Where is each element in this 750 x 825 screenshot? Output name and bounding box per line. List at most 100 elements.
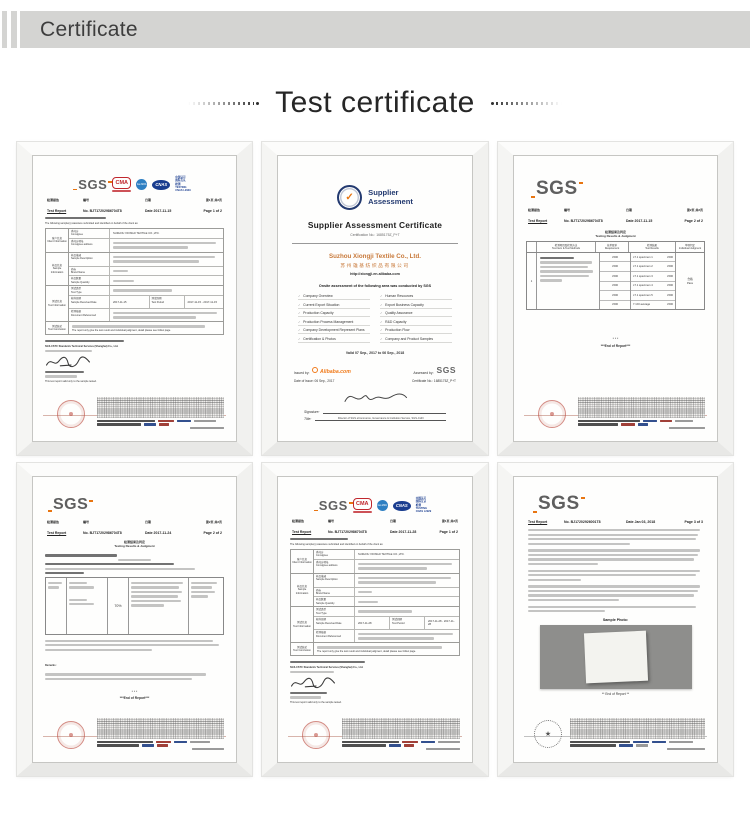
body-paragraphs xyxy=(526,529,705,612)
title-line: Title:Director of SGS eCommerce, Governa… xyxy=(304,417,446,422)
certificate-frame: SGS CMA ilac-MRA CNAS 中国认可国际互认 检测TESTING… xyxy=(17,142,252,455)
cnas-accreditation-text: 中国认可国际互认 检测TESTING CNAS L2929 xyxy=(175,177,190,193)
validity-period: Valid 07 Sep., 2017 to 06 Sep., 2018 xyxy=(290,351,460,355)
laboratory-block: SGS-CSTC Standards Technical Services (S… xyxy=(290,661,460,673)
logo-row: SGS xyxy=(538,493,705,515)
certificate-paper: SGS Test ReportNo. BJ17202926001T8 Date … xyxy=(513,476,718,763)
red-round-stamp xyxy=(57,721,85,749)
fine-print-block xyxy=(342,718,460,750)
report-info-table: 客户信息Client Information 委托方Consignee SUZH… xyxy=(45,228,224,335)
certificate-test-report-p3: SGS Test ReportNo. BJ17202926001T8 Date … xyxy=(498,463,733,776)
dot-right xyxy=(491,102,494,105)
report-header-en: Test ReportNo. BJT17202986704T8 Date 201… xyxy=(45,531,224,536)
certificate-paper: SGS CMA ilac-MRA CNAS 中国认可国际互认 检测TESTING… xyxy=(32,155,237,442)
issued-assessed-row: Issued by:Alibaba.com Assessed by:SGS xyxy=(294,365,456,375)
certificate-supplier-assessment: ✓ SupplierAssessment Supplier Assessment… xyxy=(262,142,488,455)
report-header-en: Test ReportNo. BJT17202986704T8 Date 201… xyxy=(45,209,224,214)
assessment-checklist: ✓Company Overview ✓Human Resources ✓Curr… xyxy=(298,294,452,343)
stamp-row xyxy=(524,397,707,433)
gray-round-stamp: ★ xyxy=(534,720,562,748)
company-name-en: Suzhou Xiongji Textile Co., Ltd. xyxy=(290,253,460,260)
certificate-test-report-antimold: SGS 检测报告编号 日期第2页 共2页 Test ReportNo. BJT1… xyxy=(17,463,252,776)
end-of-report: * * * ***End of Report*** xyxy=(526,336,705,349)
header-accent-bar-1 xyxy=(2,11,7,48)
certificate-frame: SGS 检测报告编号 日期第2页 共2页 Test ReportNo. BJT1… xyxy=(17,463,252,776)
intro-text: The following sample(s) was/were submitt… xyxy=(290,538,460,546)
cnas-logo: CNAS xyxy=(393,501,411,512)
sgs-logo: SGS xyxy=(53,496,88,514)
red-round-stamp xyxy=(538,400,566,428)
report-header-cn: 检测报告编号 日期第2页 共2页 xyxy=(45,521,224,525)
logo-row: SGS xyxy=(53,496,224,514)
seventy-percent-value: 70% xyxy=(108,578,129,634)
report-header-en: Test ReportNo. BJT17202986704T8 Date 201… xyxy=(526,219,705,224)
divider xyxy=(292,243,458,244)
signature-scribble xyxy=(290,386,460,406)
company-url: http://xiongji.en.alibaba.com xyxy=(290,272,460,276)
report-header-cn: 检测报告编号 日期第2页 共2页 xyxy=(526,209,705,213)
result-mini-table: 70% xyxy=(45,577,224,635)
logo-row: SGS xyxy=(536,178,705,200)
badge-check-icon: ✓ xyxy=(337,185,362,210)
signer-name-lines: This test report valid only to the sampl… xyxy=(45,371,224,383)
end-of-report: * * * ***End of Report*** xyxy=(45,689,224,702)
results-table-title: 检测结果及判定 Testing Results & Judgment xyxy=(526,231,705,239)
sample-photo xyxy=(540,625,692,689)
sgs-assessor-logo: SGS xyxy=(437,365,456,375)
sample-photo-label: Sample Photo: xyxy=(526,618,705,622)
sgs-logo: SGS xyxy=(538,493,580,515)
cma-logo: CMA xyxy=(112,177,131,192)
star-icon: ★ xyxy=(545,730,551,738)
signature-scribble xyxy=(45,355,91,369)
report-header-cn: 检测报告编号 日期第1页 共2页 xyxy=(290,520,460,524)
report-header-cn: 检测报告编号 日期第1页 共2页 xyxy=(45,199,224,203)
certificate-paper: SGS CMA ilac-MRA CNAS 中国认可国际互认 检测TESTING… xyxy=(277,476,473,763)
report-header-en: Test ReportNo. BJ17202926001T8 Date Jan … xyxy=(526,520,705,525)
badge-text: SupplierAssessment xyxy=(368,189,413,206)
red-round-stamp xyxy=(302,721,330,749)
certificate-test-report-p2: SGS 检测报告编号 日期第2页 共2页 Test ReportNo. BJT1… xyxy=(498,142,733,455)
certificate-test-report-p1: SGS CMA ilac-MRA CNAS 中国认可国际互认 检测TESTING… xyxy=(17,142,252,455)
logo-row: SGS CMA ilac-MRA CNAS 中国认可国际互认 检测TESTING… xyxy=(290,498,460,514)
section-title-row: Test certificate xyxy=(0,86,750,120)
report-info-table: 客户信息Client Information 委托方Consignee SUZH… xyxy=(290,549,460,656)
certificate-test-report-p1-b: SGS CMA ilac-MRA CNAS 中国认可国际互认 检测TESTING… xyxy=(262,463,488,776)
remarks-block: Remarks: xyxy=(45,640,224,680)
header-accent-bar-2 xyxy=(11,11,17,48)
signature-scribble xyxy=(290,676,336,690)
results-table: 检测项目及检测方法Test Item & Test Methods 技术要求Re… xyxy=(526,241,705,310)
intro-text: The following sample(s) was/were submitt… xyxy=(45,217,224,225)
test-item-cell xyxy=(537,253,600,310)
report-header-en: Test ReportNo. BJT17202986704T8 Date 201… xyxy=(290,530,460,535)
method-text-block xyxy=(45,554,224,574)
certificate-frame: SGS 检测报告编号 日期第2页 共2页 Test ReportNo. BJT1… xyxy=(498,142,733,455)
logo-row: SGS CMA ilac-MRA CNAS 中国认可国际互认 检测TESTING… xyxy=(45,177,224,193)
certificate-title: Supplier Assessment Certificate xyxy=(290,220,460,230)
certificate-paper: SGS 检测报告编号 日期第2页 共2页 Test ReportNo. BJT1… xyxy=(32,476,237,763)
dot-left xyxy=(256,102,259,105)
signer-name-lines: This test report valid only to the sampl… xyxy=(290,692,460,704)
cma-logo: CMA xyxy=(353,498,372,513)
ilac-mra-logo: ilac-MRA xyxy=(136,179,147,190)
signature-line: Signature: xyxy=(304,409,446,414)
onsite-statement: Onsite assessment of the following area … xyxy=(290,284,460,288)
sgs-logo: SGS xyxy=(319,498,348,513)
section-header: Certificate xyxy=(20,11,750,48)
stamp-row xyxy=(43,718,226,754)
end-of-report: ** End of Report ** xyxy=(526,692,705,697)
fine-print-block xyxy=(97,397,224,429)
results-table-title: 检测结果及判定 Testing Results & Judgment xyxy=(45,541,224,549)
stamp-row xyxy=(288,718,462,754)
issue-date-row: Date of Issue: 06 Sep., 2017Certificate … xyxy=(294,379,456,383)
sgs-logo: SGS xyxy=(536,178,578,200)
fine-print-block xyxy=(97,718,224,750)
certificate-frame: ✓ SupplierAssessment Supplier Assessment… xyxy=(262,142,488,455)
certification-number: Certification No.: 1685175Z_P+T xyxy=(290,233,460,237)
dotted-line-right xyxy=(496,102,562,105)
section-header-title: Certificate xyxy=(40,18,138,42)
cnas-logo: CNAS xyxy=(152,180,170,191)
ilac-mra-logo: ilac-MRA xyxy=(377,500,388,511)
supplier-assessment-badge: ✓ SupplierAssessment xyxy=(290,185,460,210)
cnas-accreditation-text: 中国认可国际互认 检测TESTING CNAS L2929 xyxy=(416,498,431,514)
fine-print-block xyxy=(570,718,705,750)
